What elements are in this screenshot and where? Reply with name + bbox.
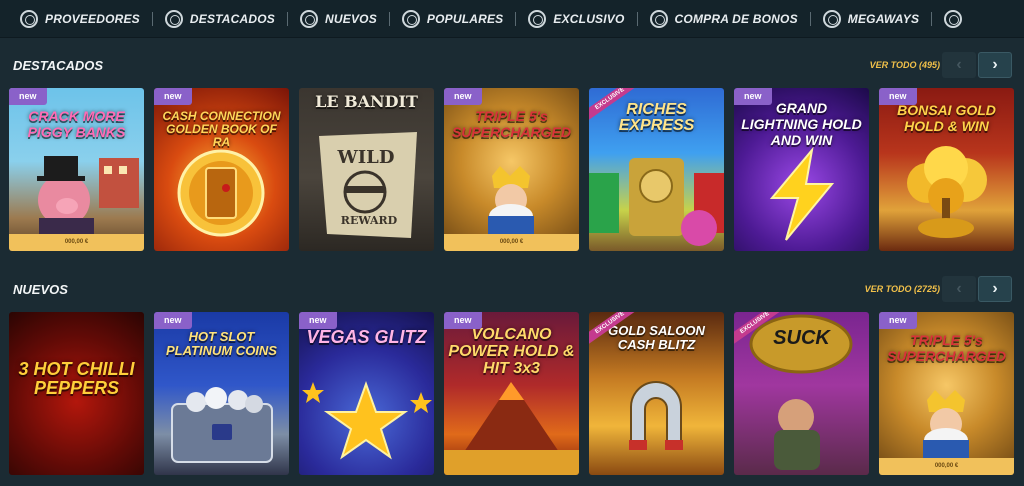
game-tile-riches-express[interactable]: EXCLUSIVE RICHES EXPRESS [589, 88, 724, 251]
game-title: BONSAI GOLD HOLD & WIN [897, 102, 996, 134]
section-header: NUEVOS VER TODO (2725) ‹ › [0, 274, 1024, 304]
game-title: TRIPLE 5's SUPERCHARGED [451, 108, 571, 140]
game-tile-crack-more-piggy-banks[interactable]: new CRACK MORE PIGGY BANKS 000,00 € [9, 88, 144, 251]
nav-item-compra-de-bonos[interactable]: COMPRA DE BONOS [649, 9, 798, 28]
new-badge: new [444, 312, 482, 329]
new-badge: new [879, 88, 917, 105]
game-tile-suck[interactable]: EXCLUSIVE SUCK [734, 312, 869, 475]
nav-item-nuevos[interactable]: NUEVOS [300, 9, 377, 28]
game-tile-triple-5s-supercharged[interactable]: new TRIPLE 5's SUPERCHARGED 000,00 € [879, 312, 1014, 475]
jackpot-amount: 000,00 € [9, 234, 144, 251]
game-art: WILD REWARD [319, 132, 417, 238]
new-badge: new [154, 88, 192, 105]
game-tile-3-hot-chilli-peppers[interactable]: 3 HOT CHILLI PEPPERS [9, 312, 144, 475]
carousel-prev-button[interactable]: ‹ [942, 276, 976, 302]
nav-label: POPULARES [426, 11, 504, 26]
new-icon [300, 9, 319, 28]
game-tile-le-bandit[interactable]: LE BANDIT WILD REWARD [299, 88, 434, 251]
new-badge: new [879, 312, 917, 329]
nav-divider [636, 11, 638, 26]
section-title: DESTACADOS [13, 58, 104, 73]
new-badge: new [154, 312, 192, 329]
game-title: 3 HOT CHILLI PEPPERS [18, 359, 135, 398]
nav-item-populares[interactable]: POPULARES [401, 9, 504, 28]
nav-label: MEGAWAYS [847, 11, 920, 26]
section-nuevos: NUEVOS VER TODO (2725) ‹ › 3 HOT CHILLI … [0, 274, 1024, 475]
nav-divider [388, 11, 390, 26]
bonus-buy-icon [649, 9, 668, 28]
nav-item-exclusivo[interactable]: EXCLUSIVO [528, 9, 625, 28]
new-badge: new [734, 88, 772, 105]
carousel-next-button[interactable]: › [978, 276, 1012, 302]
featured-icon [164, 9, 183, 28]
nav-label: COMPRA DE BONOS [674, 11, 798, 26]
nav-divider [515, 11, 517, 26]
nav-divider [931, 11, 933, 26]
view-all-link[interactable]: VER TODO (495) [870, 60, 940, 70]
game-tile-triple-5s-supercharged[interactable]: new TRIPLE 5's SUPERCHARGED 000,00 € [444, 88, 579, 251]
nav-label: EXCLUSIVO [553, 11, 625, 26]
new-badge: new [299, 312, 337, 329]
svg-text:REWARD: REWARD [341, 214, 398, 227]
provider-icon [20, 9, 38, 28]
svg-text:WILD: WILD [337, 147, 395, 168]
new-badge: new [444, 88, 482, 105]
game-title: VEGAS GLITZ [306, 327, 427, 347]
nav-divider [151, 11, 153, 26]
game-tile-vegas-glitz[interactable]: new VEGAS GLITZ [299, 312, 434, 475]
jackpot-amount: 000,00 € [444, 234, 579, 251]
game-title: CRACK MORE PIGGY BANKS [27, 108, 126, 140]
nav-label: DESTACADOS [189, 11, 276, 26]
megaways-icon [822, 9, 841, 28]
game-title: TRIPLE 5's SUPERCHARGED [886, 332, 1006, 364]
game-tile-gold-saloon-cash-blitz[interactable]: EXCLUSIVE GOLD SALOON CASH BLITZ [589, 312, 724, 475]
popular-icon [401, 9, 420, 28]
new-badge: new [9, 88, 47, 105]
section-header: DESTACADOS VER TODO (495) ‹ › [0, 50, 1024, 80]
more-category-icon [944, 9, 963, 28]
nav-item-proveedores[interactable]: PROVEEDORES [20, 9, 140, 28]
carousel-next-button[interactable]: › [978, 52, 1012, 78]
game-tile-bonsai-gold[interactable]: new BONSAI GOLD HOLD & WIN [879, 88, 1014, 251]
exclusive-icon [528, 9, 547, 28]
nav-item-destacados[interactable]: DESTACADOS [164, 9, 276, 28]
game-row: 3 HOT CHILLI PEPPERS new HOT SLOT PLATIN… [9, 312, 1014, 475]
nav-item-more[interactable] [944, 9, 963, 28]
nav-divider [809, 11, 811, 26]
game-tile-volcano-power[interactable]: new VOLCANO POWER HOLD & HIT 3x3 [444, 312, 579, 475]
nav-label: PROVEEDORES [45, 11, 140, 26]
game-title: GRAND LIGHTNING HOLD AND WIN [741, 100, 862, 148]
game-title: HOT SLOT PLATINUM COINS [166, 329, 277, 358]
nav-label: NUEVOS [325, 11, 377, 26]
game-row: new CRACK MORE PIGGY BANKS 000,00 € new … [9, 88, 1014, 251]
section-destacados: DESTACADOS VER TODO (495) ‹ › new CRACK … [0, 50, 1024, 251]
game-title: RICHES EXPRESS [618, 101, 695, 134]
view-all-link[interactable]: VER TODO (2725) [865, 284, 940, 294]
game-tile-grand-lightning[interactable]: new GRAND LIGHTNING HOLD AND WIN [734, 88, 869, 251]
game-title: GOLD SALOON CASH BLITZ [608, 323, 705, 352]
section-title: NUEVOS [13, 282, 68, 297]
jackpot-amount: 000,00 € [879, 458, 1014, 475]
game-tile-cash-connection-golden-book-of-ra[interactable]: new CASH CONNECTION GOLDEN BOOK OF RA [154, 88, 289, 251]
carousel-prev-button[interactable]: ‹ [942, 52, 976, 78]
nav-item-megaways[interactable]: MEGAWAYS [822, 9, 920, 28]
game-title: LE BANDIT [315, 92, 418, 111]
top-nav: PROVEEDORES DESTACADOS NUEVOS POPULARES … [0, 0, 1024, 38]
game-title: VOLCANO POWER HOLD & HIT 3x3 [448, 326, 575, 377]
game-title: SUCK [773, 327, 830, 349]
nav-divider [287, 11, 289, 26]
game-title: CASH CONNECTION GOLDEN BOOK OF RA [162, 109, 281, 149]
game-tile-hot-slot-platinum-coins[interactable]: new HOT SLOT PLATINUM COINS [154, 312, 289, 475]
